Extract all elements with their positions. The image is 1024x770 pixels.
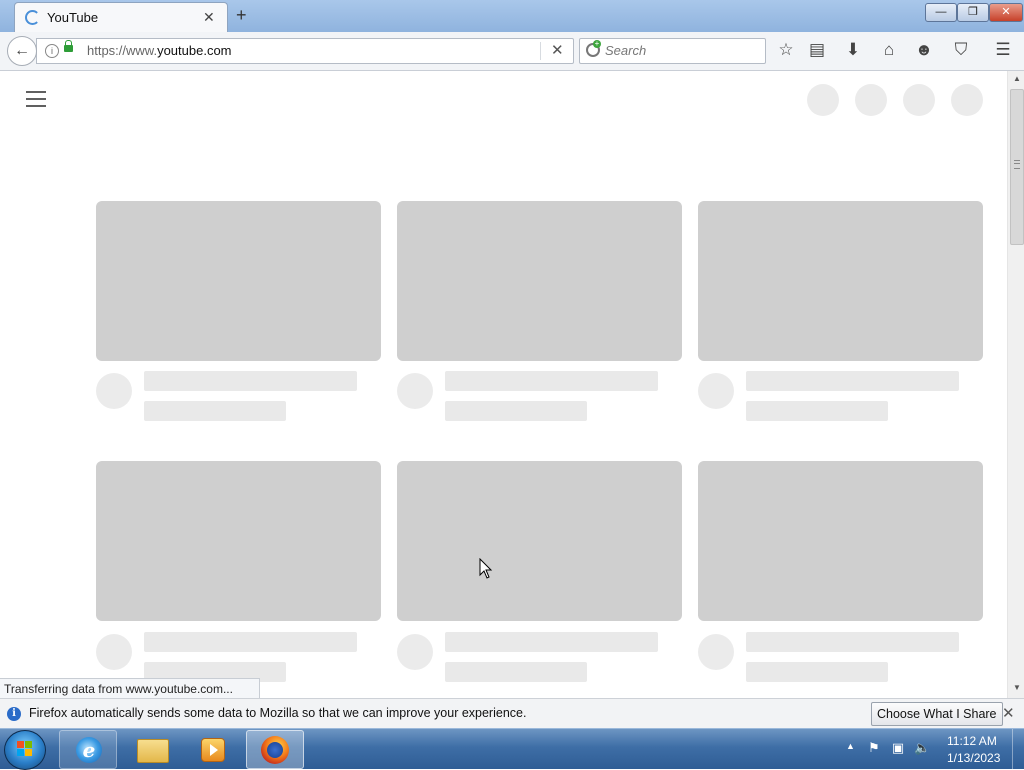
notification-close-icon[interactable]: ✕	[1002, 704, 1015, 722]
header-placeholder-circle	[807, 84, 839, 116]
taskbar-media-player[interactable]	[184, 730, 240, 767]
windows-taskbar: e ▲ ⚑ ▣ 🔈 11:12 AM 1/13/2023	[0, 728, 1024, 770]
lock-icon	[64, 40, 73, 52]
window-titlebar: YouTube ✕ + — ❐ ✕	[0, 0, 1024, 33]
info-icon: i	[7, 707, 21, 721]
network-icon[interactable]: ▣	[890, 740, 906, 756]
start-button[interactable]	[4, 730, 46, 770]
status-bar: Transferring data from www.youtube.com..…	[0, 678, 260, 700]
meta-placeholder	[746, 662, 888, 682]
search-bar[interactable]: + Search	[579, 38, 766, 64]
guide-menu-icon[interactable]	[26, 91, 46, 107]
mouse-cursor-icon	[479, 558, 493, 579]
maximize-button[interactable]: ❐	[957, 3, 989, 22]
meta-placeholder	[746, 401, 888, 421]
show-desktop-button[interactable]	[1012, 729, 1024, 769]
title-placeholder	[746, 632, 959, 652]
video-thumbnail-placeholder[interactable]	[96, 201, 381, 361]
meta-placeholder	[445, 662, 587, 682]
scrollbar-thumb[interactable]	[1010, 89, 1024, 245]
choose-what-i-share-button[interactable]: Choose What I Share	[871, 702, 1003, 726]
title-placeholder	[746, 371, 959, 391]
downloads-icon[interactable]: ⬇	[841, 37, 865, 63]
url-prefix: https://www.	[87, 43, 158, 58]
channel-avatar-placeholder	[397, 634, 433, 670]
scroll-up-icon[interactable]: ▲	[1013, 74, 1021, 83]
home-icon[interactable]: ⌂	[877, 37, 901, 63]
add-search-engine-icon: +	[593, 39, 601, 48]
bookmarks-list-icon[interactable]: ▤	[805, 37, 829, 63]
tab-close-icon[interactable]: ✕	[203, 9, 215, 26]
video-thumbnail-placeholder[interactable]	[698, 461, 983, 621]
page-content	[0, 71, 1007, 698]
taskbar-internet-explorer[interactable]: e	[59, 730, 117, 769]
action-center-flag-icon[interactable]: ⚑	[866, 740, 882, 756]
stop-loading-icon[interactable]: ✕	[551, 41, 564, 59]
browser-tab[interactable]: YouTube ✕	[14, 2, 228, 33]
header-placeholder-circle	[903, 84, 935, 116]
minimize-button[interactable]: —	[925, 3, 957, 22]
channel-avatar-placeholder	[698, 634, 734, 670]
notification-bar: i Firefox automatically sends some data …	[0, 698, 1024, 729]
bookmark-star-icon[interactable]: ☆	[774, 37, 798, 63]
channel-avatar-placeholder	[397, 373, 433, 409]
url-bar[interactable]: i https://www.youtube.com ✕	[36, 38, 574, 64]
channel-avatar-placeholder	[698, 373, 734, 409]
firefox-icon	[261, 736, 289, 764]
url-text[interactable]: https://www.youtube.com	[87, 43, 232, 58]
title-placeholder	[445, 632, 658, 652]
clock-date[interactable]: 1/13/2023	[947, 751, 1000, 765]
clock-time[interactable]: 11:12 AM	[947, 734, 997, 748]
title-placeholder	[144, 632, 357, 652]
channel-avatar-placeholder	[96, 373, 132, 409]
url-divider	[540, 42, 541, 60]
video-thumbnail-placeholder[interactable]	[397, 201, 682, 361]
hello-chat-icon[interactable]: ☻	[912, 37, 936, 63]
back-button[interactable]: ←	[7, 36, 37, 66]
channel-avatar-placeholder	[96, 634, 132, 670]
site-info-icon[interactable]: i	[45, 44, 59, 58]
tab-title: YouTube	[47, 10, 99, 25]
video-thumbnail-placeholder[interactable]	[96, 461, 381, 621]
folder-icon	[137, 739, 169, 763]
vertical-scrollbar[interactable]: ▲ ▼	[1007, 71, 1024, 698]
menu-icon[interactable]: ☰	[991, 37, 1015, 63]
media-player-icon	[201, 738, 225, 762]
header-placeholder-circle	[951, 84, 983, 116]
taskbar-file-explorer[interactable]	[123, 730, 179, 767]
internet-explorer-icon: e	[76, 737, 102, 763]
title-placeholder	[144, 371, 357, 391]
windows-logo-icon	[17, 741, 33, 757]
meta-placeholder	[445, 401, 587, 421]
scrollbar-grip-icon	[1014, 160, 1020, 169]
video-thumbnail-placeholder[interactable]	[397, 461, 682, 621]
search-placeholder: Search	[605, 43, 647, 58]
scroll-down-icon[interactable]: ▼	[1013, 683, 1021, 692]
new-tab-icon[interactable]: +	[236, 5, 247, 26]
url-domain: youtube.com	[157, 43, 232, 58]
loading-spinner-icon	[25, 10, 40, 25]
show-hidden-icons-icon[interactable]: ▲	[846, 741, 855, 751]
taskbar-firefox[interactable]	[246, 730, 304, 769]
header-placeholder-circle	[855, 84, 887, 116]
pocket-icon[interactable]: ⛉	[949, 37, 973, 63]
title-placeholder	[445, 371, 658, 391]
volume-muted-icon[interactable]: 🔈	[914, 740, 930, 756]
video-thumbnail-placeholder[interactable]	[698, 201, 983, 361]
navigation-toolbar: i https://www.youtube.com ✕ ← + Search ☆…	[0, 32, 1024, 71]
meta-placeholder	[144, 401, 286, 421]
close-window-button[interactable]: ✕	[989, 3, 1023, 22]
notification-text: Firefox automatically sends some data to…	[29, 706, 527, 720]
